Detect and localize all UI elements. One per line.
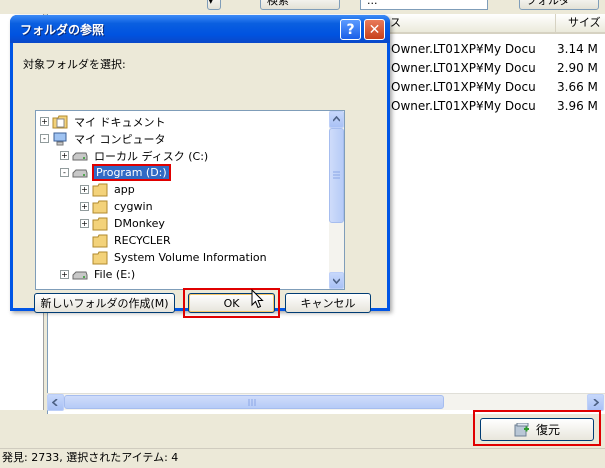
results-sizes: 3.14 M 2.90 M 3.66 M 3.96 M (557, 40, 603, 116)
expand-icon[interactable]: + (80, 219, 89, 228)
folder-icon (92, 183, 108, 196)
row-path: Owner.LT01XP¥My Docu (391, 99, 536, 113)
scroll-up-button[interactable] (329, 111, 344, 128)
table-row[interactable]: Owner.LT01XP¥My Docu (391, 59, 536, 78)
column-header-path[interactable]: ス (388, 14, 556, 34)
tree-label: DMonkey (114, 217, 165, 230)
row-path: Owner.LT01XP¥My Docu (391, 80, 536, 94)
search-input[interactable]: ... (360, 0, 488, 10)
expand-icon[interactable]: + (60, 151, 69, 160)
row-size: 2.90 M (557, 61, 598, 75)
tree-item-cygwin[interactable]: + cygwin (80, 198, 155, 215)
selection-highlight: Program (D:) (92, 164, 171, 181)
grip-icon (248, 399, 256, 406)
expand-icon[interactable]: + (40, 117, 49, 126)
folder-icon (92, 234, 108, 247)
expand-icon[interactable]: + (60, 270, 69, 279)
my-documents-icon (52, 115, 68, 128)
tree-label: System Volume Information (114, 251, 267, 264)
tree-item-my-computer[interactable]: - マイ コンピュータ (40, 130, 168, 147)
tree-item-recycler[interactable]: RECYCLER (80, 232, 173, 249)
drive-icon (72, 271, 88, 279)
my-computer-icon (53, 132, 67, 145)
folder-tree[interactable]: + マイ ドキュメント - マイ コンピュータ + ローカル ディスク (C:)… (35, 110, 345, 290)
tree-item-local-disk-c[interactable]: + ローカル ディスク (C:) (60, 147, 210, 164)
row-size: 3.14 M (557, 42, 598, 56)
folder-icon (92, 200, 108, 213)
browse-folder-dialog: フォルダの参照 ? ✕ 対象フォルダを選択: + マイ ドキュメント - マイ … (10, 15, 390, 318)
row-size: 3.66 M (557, 80, 598, 94)
close-button[interactable]: ✕ (364, 19, 385, 40)
vertical-scrollbar[interactable] (329, 111, 344, 289)
restore-button[interactable]: 復元 (480, 418, 594, 441)
collapse-icon[interactable]: - (40, 134, 49, 143)
tree-label: RECYCLER (114, 234, 171, 247)
drive-icon (72, 152, 88, 160)
row-size: 3.96 M (557, 99, 598, 113)
dialog-body: 対象フォルダを選択: + マイ ドキュメント - マイ コンピュータ + ローカ… (13, 43, 387, 318)
tree-label: File (E:) (94, 268, 136, 281)
tree-label: マイ コンピュータ (74, 132, 166, 146)
tree-item-file-e[interactable]: + File (E:) (60, 266, 137, 283)
tree-item-my-documents[interactable]: + マイ ドキュメント (40, 113, 168, 130)
folder-icon (92, 217, 108, 230)
tree-label: app (114, 183, 135, 196)
dialog-titlebar[interactable]: フォルダの参照 ? ✕ (10, 15, 390, 43)
tree-label: ローカル ディスク (C:) (94, 149, 209, 163)
background-toolbar: ▾ 検索 ... フォルダ (0, 0, 605, 14)
cancel-button[interactable]: キャンセル (285, 293, 371, 313)
scroll-down-button[interactable] (329, 272, 344, 289)
scroll-right-button[interactable] (587, 394, 604, 411)
tree-item-system-volume-information[interactable]: System Volume Information (80, 249, 269, 266)
drive-icon (72, 169, 88, 177)
new-folder-button[interactable]: 新しいフォルダの作成(M) (34, 293, 175, 313)
grip-icon (333, 171, 340, 179)
tree-item-dmonkey[interactable]: + DMonkey (80, 215, 167, 232)
scroll-thumb[interactable] (329, 128, 344, 223)
folder-icon (92, 251, 108, 264)
row-path: Owner.LT01XP¥My Docu (391, 42, 536, 56)
scroll-left-button[interactable] (47, 394, 64, 411)
collapse-icon[interactable]: - (60, 168, 69, 177)
dropdown-arrow-icon[interactable]: ▾ (207, 0, 221, 10)
help-button[interactable]: ? (340, 19, 361, 40)
tree-item-program-d[interactable]: - Program (D:) (60, 164, 171, 181)
table-row[interactable]: Owner.LT01XP¥My Docu (391, 78, 536, 97)
instruction-label: 対象フォルダを選択: (23, 58, 126, 71)
chevron-right-icon (593, 399, 599, 406)
tree-label: cygwin (114, 200, 153, 213)
chevron-left-icon (52, 399, 58, 406)
tree-content: + マイ ドキュメント - マイ コンピュータ + ローカル ディスク (C:)… (36, 111, 329, 289)
tree-label: マイ ドキュメント (74, 115, 166, 129)
table-row[interactable]: Owner.LT01XP¥My Docu (391, 97, 536, 116)
status-bar: 発見: 2733, 選択されたアイテム: 4 (0, 448, 605, 468)
chevron-down-icon (333, 278, 340, 284)
dialog-title: フォルダの参照 (20, 23, 105, 37)
table-row[interactable]: Owner.LT01XP¥My Docu (391, 40, 536, 59)
status-text: 発見: 2733, 選択されたアイテム: 4 (2, 451, 179, 464)
chevron-up-icon (333, 116, 340, 122)
results-rows: Owner.LT01XP¥My Docu Owner.LT01XP¥My Doc… (391, 40, 536, 116)
restore-label: 復元 (535, 423, 560, 437)
search-button[interactable]: 検索 (260, 0, 340, 10)
close-icon: ✕ (368, 21, 381, 38)
horizontal-scrollbar[interactable] (47, 393, 605, 411)
expand-icon[interactable]: + (80, 185, 89, 194)
mouse-cursor-icon (251, 289, 264, 309)
folder-button[interactable]: フォルダ (519, 0, 599, 10)
tree-label-selected: Program (D:) (94, 166, 169, 179)
scroll-thumb[interactable] (64, 395, 444, 409)
row-path: Owner.LT01XP¥My Docu (391, 61, 536, 75)
tree-item-app[interactable]: + app (80, 181, 137, 198)
column-header-size[interactable]: サイズ (556, 14, 605, 34)
restore-icon (514, 422, 529, 436)
expand-icon[interactable]: + (80, 202, 89, 211)
help-icon: ? (346, 21, 355, 38)
